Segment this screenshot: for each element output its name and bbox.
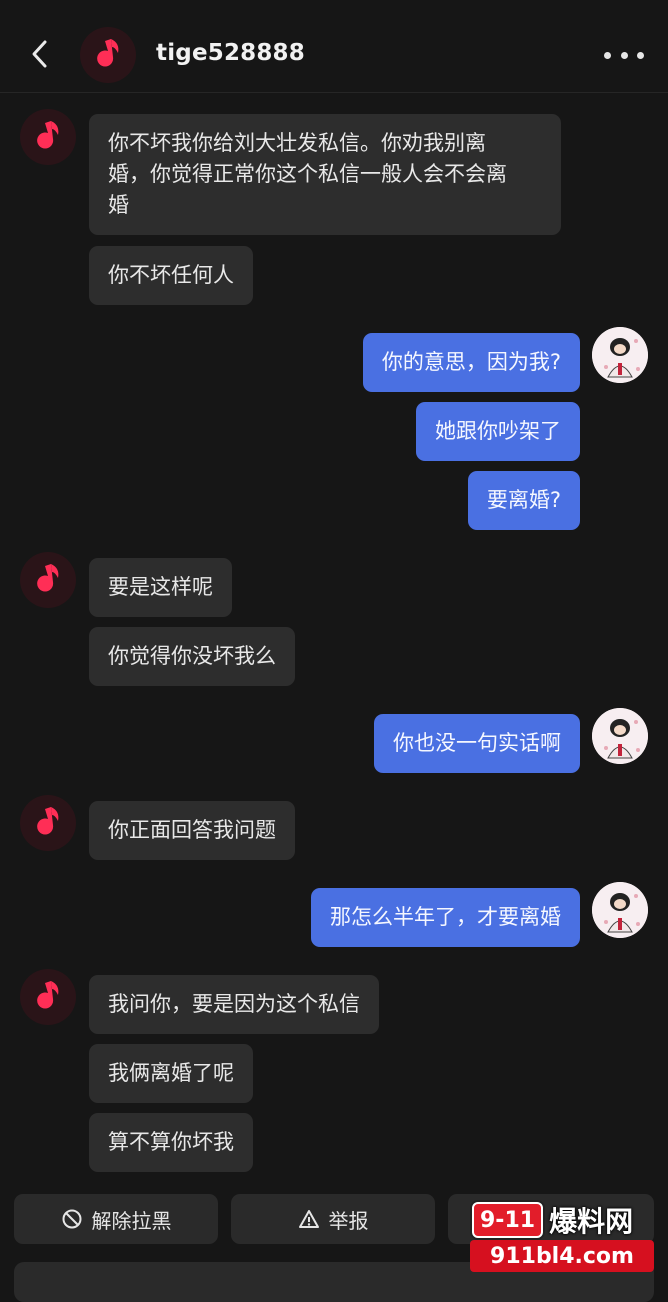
watermark-url: 911bl4.com [470, 1240, 654, 1272]
message-bubble-outgoing[interactable]: 那怎么半年了，才要离婚 [311, 888, 580, 947]
music-note-icon [20, 795, 76, 851]
report-label: 举报 [328, 1208, 369, 1233]
message-bubble-outgoing[interactable]: 要离婚? [467, 471, 580, 530]
message-bubble-outgoing[interactable]: 你的意思，因为我? [362, 333, 580, 392]
message-bubble-incoming[interactable]: 算不算你坏我 [89, 1113, 253, 1172]
contact-avatar[interactable] [20, 969, 76, 1025]
report-button[interactable]: 举报 [231, 1194, 435, 1244]
music-note-icon [80, 27, 136, 83]
message-bubble-incoming[interactable]: 我俩离婚了呢 [89, 1044, 253, 1103]
monk-avatar-icon [592, 882, 648, 938]
contact-avatar[interactable] [20, 109, 76, 165]
unblock-label: 解除拉黑 [91, 1208, 172, 1233]
more-options-button[interactable] [604, 40, 644, 70]
message-bubble-incoming[interactable]: 要是这样呢 [89, 558, 232, 617]
message-bubble-outgoing[interactable]: 你也没一句实话啊 [374, 714, 580, 773]
back-button[interactable] [22, 34, 58, 74]
watermark-logo: 9-11 爆料网 [472, 1202, 650, 1238]
monk-avatar-icon [592, 708, 648, 764]
contact-avatar[interactable] [20, 795, 76, 851]
message-bubble-outgoing[interactable]: 她跟你吵架了 [416, 402, 580, 461]
music-note-icon [20, 109, 76, 165]
chat-title: tige528888 [156, 40, 305, 66]
message-bubble-incoming[interactable]: 你觉得你没坏我么 [89, 627, 295, 686]
more-dots-icon [604, 51, 611, 59]
contact-avatar[interactable] [20, 552, 76, 608]
warning-icon [298, 1210, 319, 1228]
unblock-button[interactable]: 解除拉黑 [14, 1194, 218, 1244]
block-icon [62, 1209, 81, 1229]
music-note-icon [20, 969, 76, 1025]
message-bubble-incoming[interactable]: 你不坏任何人 [89, 246, 253, 305]
user-avatar[interactable] [592, 882, 648, 938]
user-avatar[interactable] [592, 708, 648, 764]
music-note-icon [20, 552, 76, 608]
user-avatar[interactable] [592, 327, 648, 383]
watermark-badge: 9-11 [472, 1202, 544, 1238]
message-bubble-incoming[interactable]: 你正面回答我问题 [89, 801, 295, 860]
monk-avatar-icon [592, 327, 648, 383]
contact-avatar[interactable] [80, 27, 136, 83]
message-bubble-incoming[interactable]: 你不坏我你给刘大壮发私信。你劝我别离 婚，你觉得正常你这个私信一般人会不会离 婚 [89, 114, 561, 235]
watermark-text: 爆料网 [549, 1205, 634, 1238]
chevron-left-icon [32, 40, 47, 68]
message-bubble-incoming[interactable]: 我问你，要是因为这个私信 [89, 975, 379, 1034]
